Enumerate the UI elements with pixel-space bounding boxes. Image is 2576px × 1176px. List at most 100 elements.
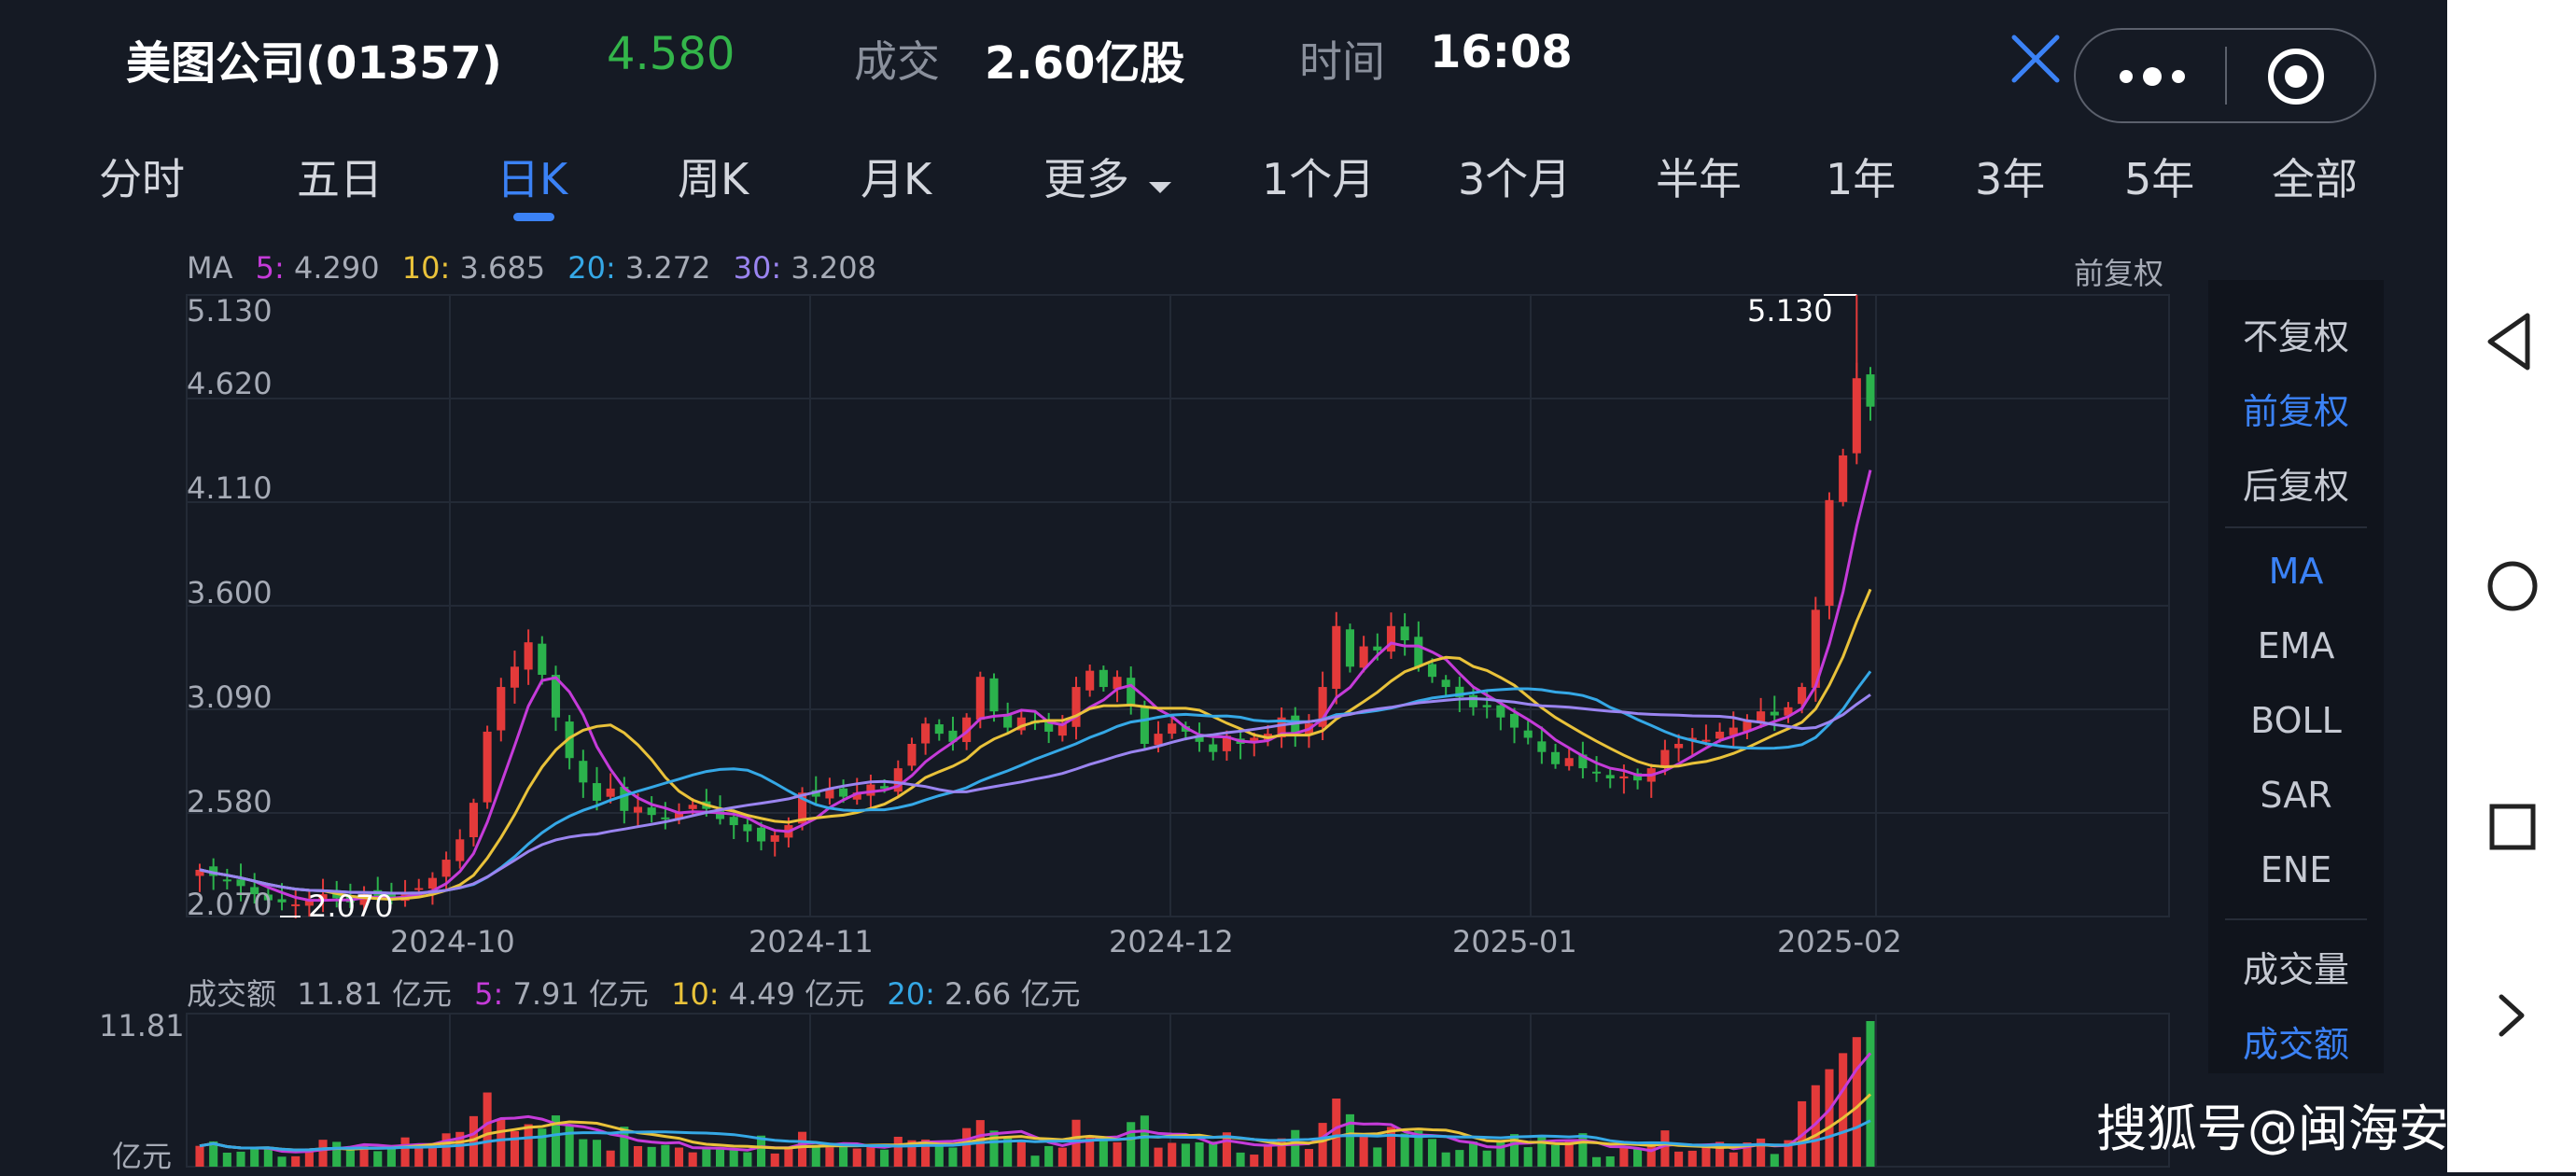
volume-bar [277, 1156, 287, 1167]
tab-more[interactable]: 更多 [1043, 146, 1171, 207]
volume-bar [1468, 1141, 1478, 1167]
candle-body [441, 860, 451, 877]
more-button[interactable] [2100, 47, 2203, 105]
candle-body [1359, 646, 1368, 668]
volume-bar [400, 1137, 410, 1167]
candle-body [1674, 744, 1684, 749]
candle-body [1468, 694, 1478, 707]
candle-body [236, 879, 245, 887]
volume-bar [729, 1149, 738, 1167]
volume-bar [647, 1146, 656, 1167]
vol-ma10-key: 10: [671, 976, 720, 1012]
system-navigation-bar [2447, 0, 2576, 1172]
volume-bar [811, 1144, 820, 1167]
candle-body [661, 817, 670, 819]
candle-body [1441, 679, 1450, 688]
tab-5-year[interactable]: 5年 [2124, 146, 2194, 207]
volume-bar [538, 1128, 547, 1167]
indicator-ema[interactable]: EMA [2208, 625, 2384, 666]
mini-program-capsule [2074, 28, 2376, 123]
tab-month-k[interactable]: 月K [861, 146, 931, 207]
candle-body [1605, 775, 1615, 778]
caret-down-icon [1148, 182, 1171, 193]
tab-1-month[interactable]: 1个月 [1262, 146, 1375, 207]
volume-bar [1113, 1141, 1122, 1167]
volume-option-amount[interactable]: 成交额 [2208, 1015, 2384, 1067]
back-triangle-icon [2487, 313, 2530, 371]
volume-bar [989, 1130, 999, 1167]
volume-bar [250, 1148, 259, 1167]
volume-bar [497, 1119, 506, 1167]
volume-bar [1030, 1155, 1040, 1167]
candle-body [277, 899, 287, 903]
candle-body [1770, 711, 1779, 716]
volume-bar [852, 1148, 861, 1167]
tab-1-year[interactable]: 1年 [1826, 146, 1896, 207]
candle-body [921, 723, 931, 744]
close-button[interactable] [2007, 30, 2065, 88]
adjust-option-forward[interactable]: 前复权 [2208, 383, 2384, 434]
adjust-option-backward[interactable]: 后复权 [2208, 457, 2384, 509]
ma10-value: 3.685 [459, 250, 546, 286]
x-tick-2024-10: 2024-10 [390, 924, 515, 959]
indicator-ene[interactable]: ENE [2208, 849, 2384, 890]
candle-body [1071, 687, 1081, 727]
tab-3-month[interactable]: 3个月 [1458, 146, 1571, 207]
volume-bar [1729, 1152, 1738, 1167]
volume-y-unit: 亿元 [112, 1139, 173, 1174]
volume-option-shares[interactable]: 成交量 [2208, 941, 2384, 992]
volume-bar [1168, 1142, 1177, 1167]
y-tick-4620: 4.620 [187, 366, 273, 401]
volume-bar [1359, 1136, 1368, 1167]
candle-body [1099, 669, 1108, 688]
volume-value-text: 11.81 亿元 [297, 976, 452, 1012]
tab-all[interactable]: 全部 [2272, 146, 2358, 207]
recent-apps-button[interactable] [2485, 799, 2541, 855]
candle-body [907, 744, 917, 766]
tab-half-year[interactable]: 半年 [1656, 146, 1742, 207]
candle-body [538, 643, 547, 675]
tab-day-k[interactable]: 日K [497, 146, 567, 207]
period-tabs: 分时 五日 日K 周K 月K 更多 1个月 3个月 半年 1年 3年 5年 全部 [0, 131, 2445, 233]
candle-body [1592, 771, 1602, 774]
volume-bar [592, 1140, 602, 1167]
target-button[interactable] [2262, 43, 2330, 110]
volume-bar [674, 1147, 684, 1167]
volume-y-top: 11.81 [99, 1008, 185, 1043]
x-tick-2025-01: 2025-01 [1452, 924, 1577, 959]
candle-body [1386, 625, 1396, 652]
candle-body [743, 824, 752, 832]
volume-bar [1099, 1139, 1108, 1167]
vol-ma5-value: 7.91 亿元 [512, 976, 649, 1012]
volume-bar [1646, 1144, 1656, 1167]
home-button[interactable] [2483, 556, 2542, 616]
volume-bar [633, 1145, 643, 1167]
indicator-ma[interactable]: MA [2208, 551, 2384, 592]
tab-week-k[interactable]: 周K [678, 146, 749, 207]
indicator-sar[interactable]: SAR [2208, 775, 2384, 816]
tab-3-year[interactable]: 3年 [1975, 146, 2045, 207]
volume-bar [345, 1149, 355, 1167]
adjust-option-none[interactable]: 不复权 [2208, 308, 2384, 359]
tab-wuri[interactable]: 五日 [297, 146, 383, 207]
y-tick-3090: 3.090 [187, 679, 273, 715]
volume-bar [236, 1151, 245, 1167]
panel-divider [2225, 918, 2367, 920]
volume-bar [1605, 1155, 1615, 1167]
next-button[interactable] [2488, 987, 2535, 1043]
volume-bar [1633, 1148, 1643, 1167]
volume-bar [510, 1130, 520, 1167]
active-tab-indicator [513, 213, 554, 221]
candle-body [497, 687, 506, 731]
candle-body [510, 666, 520, 688]
adjust-mode-label: 前复权 [2074, 256, 2164, 291]
volume-bar [702, 1148, 711, 1167]
volume-bar [1619, 1146, 1629, 1167]
x-tick-2024-12: 2024-12 [1109, 924, 1234, 959]
volume-bar [441, 1133, 451, 1167]
candle-body [524, 642, 533, 670]
back-button[interactable] [2483, 308, 2539, 375]
tab-fenshi[interactable]: 分时 [99, 146, 185, 207]
volume-bar [1674, 1151, 1684, 1167]
indicator-boll[interactable]: BOLL [2208, 700, 2384, 741]
